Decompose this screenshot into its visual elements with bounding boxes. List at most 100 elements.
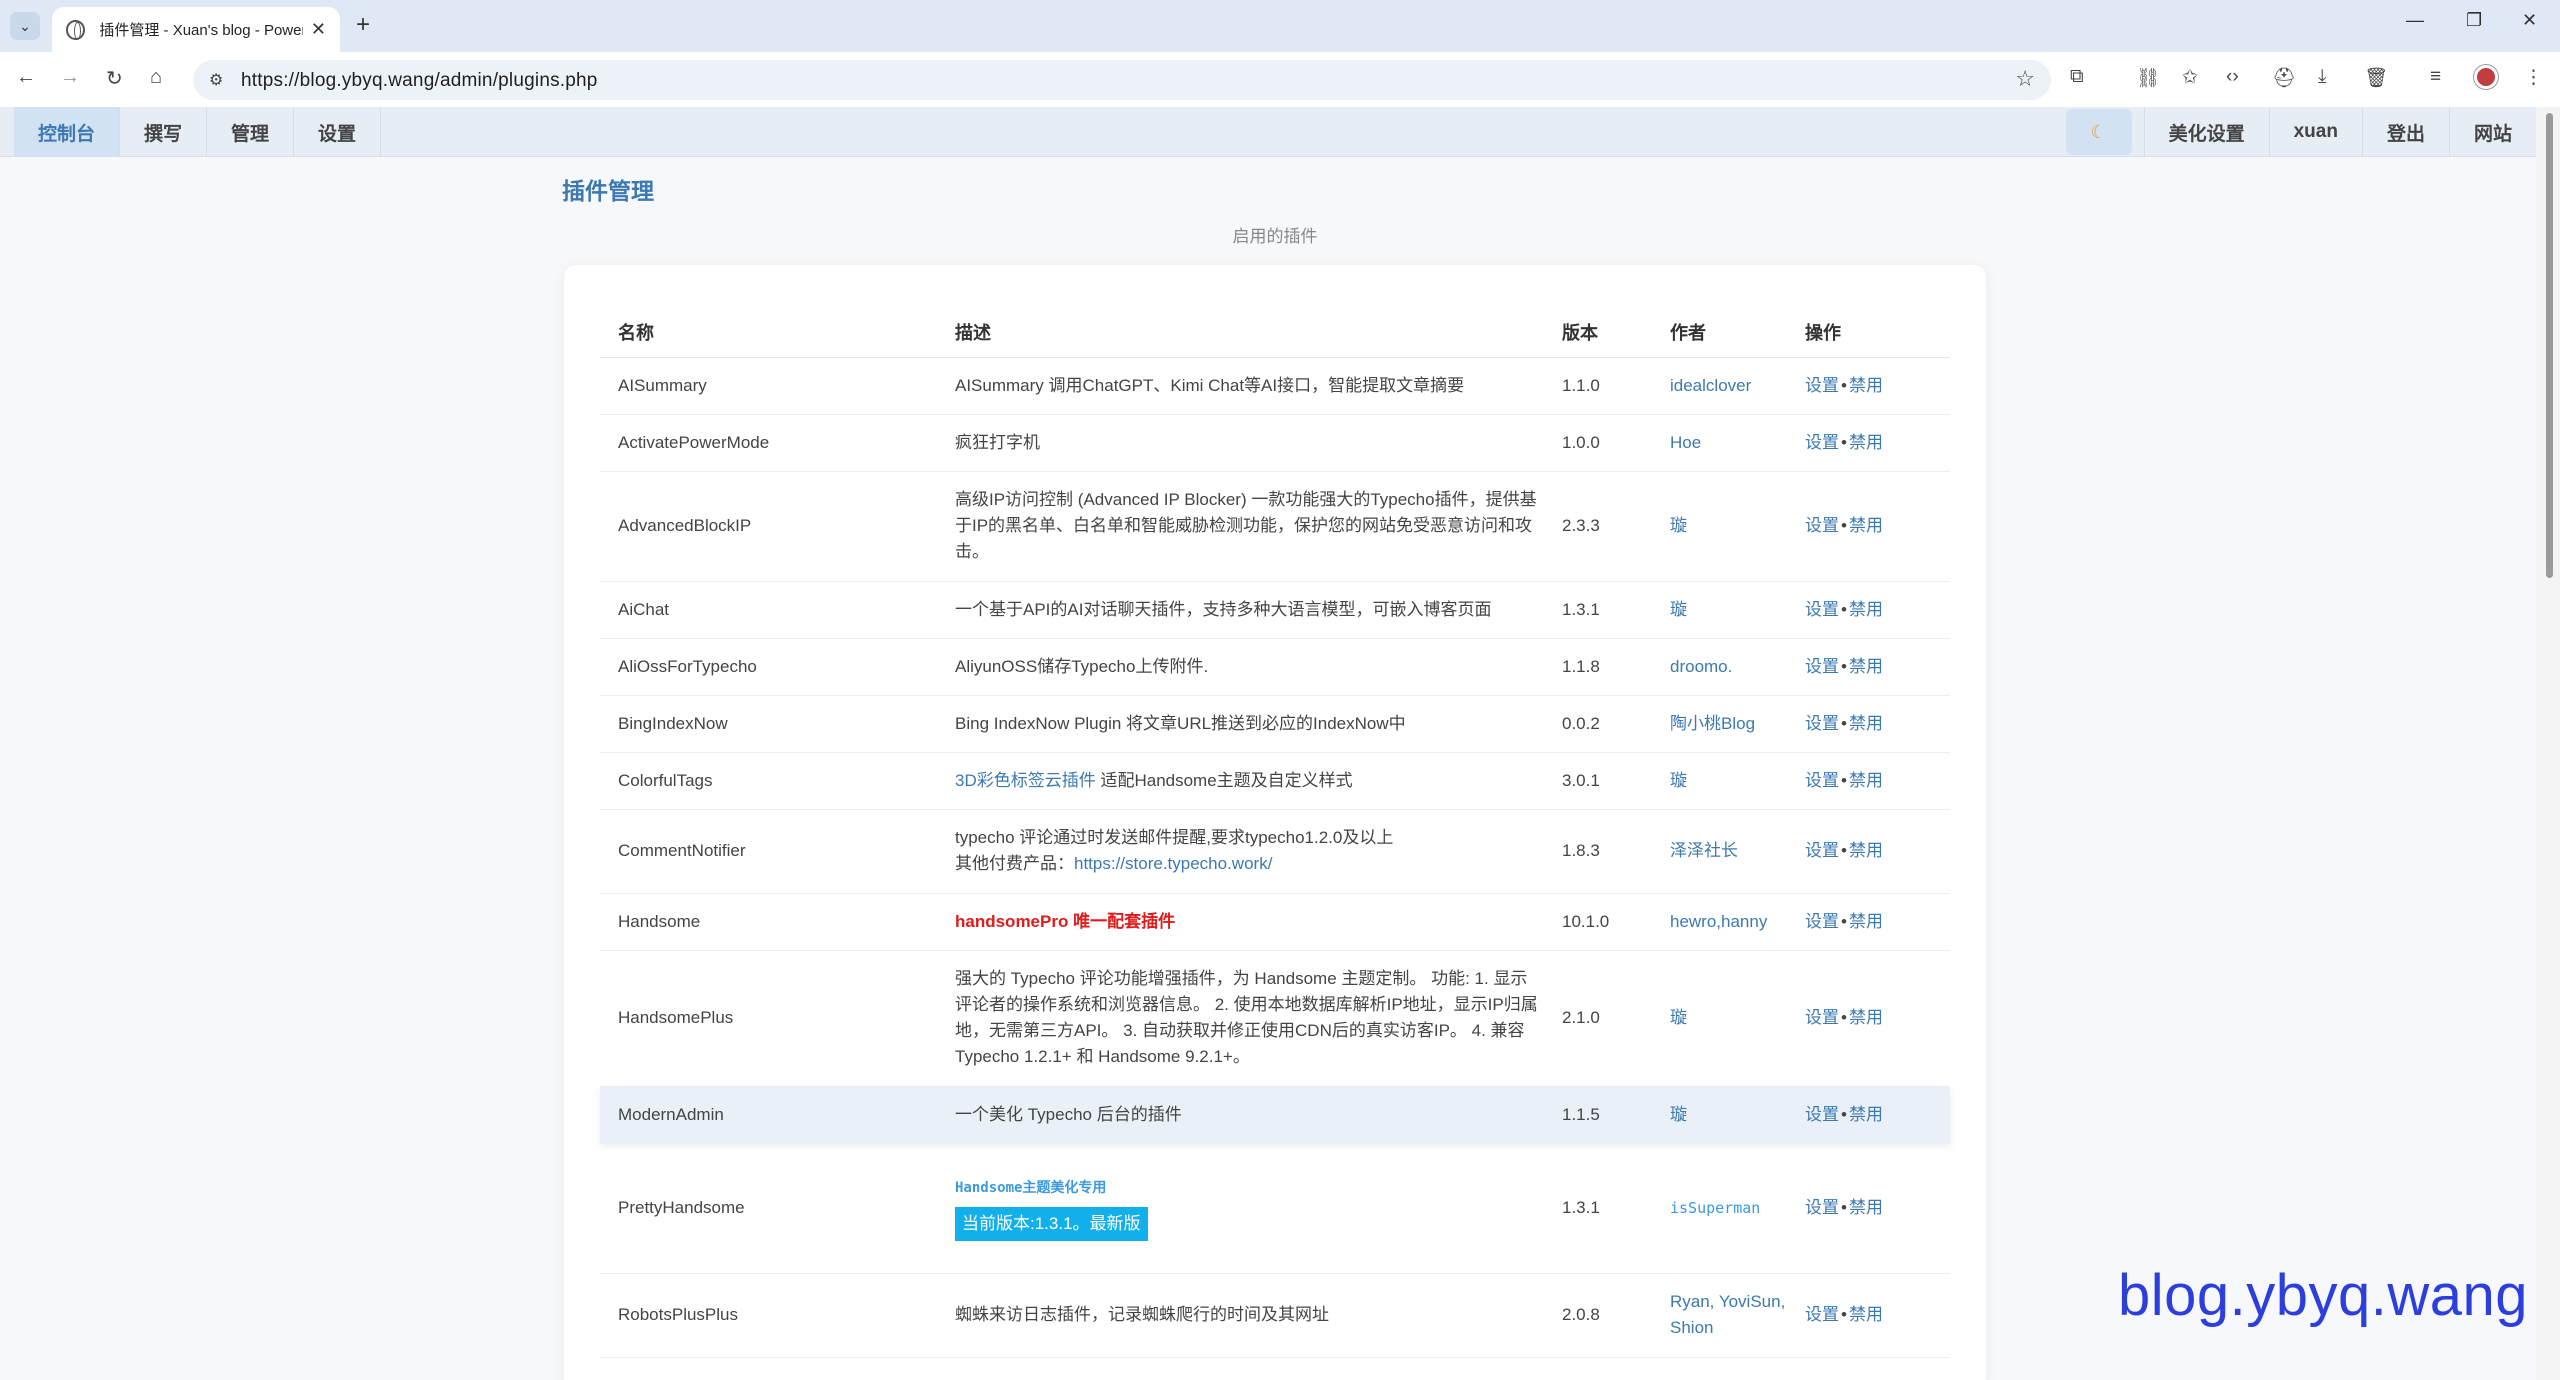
plugin-name: Handsome — [600, 893, 937, 951]
plugin-name: AiChat — [600, 581, 937, 639]
plugin-author-link[interactable]: isSuperman — [1670, 1199, 1760, 1217]
plugin-name: CommentNotifier — [600, 809, 937, 894]
plugin-author-link[interactable]: Ryan, YoviSun, Shion — [1670, 1292, 1785, 1337]
plugin-description: 一个美化 Typecho 后台的插件 — [937, 1086, 1544, 1144]
plugin-author-link[interactable]: 泽泽社长 — [1670, 841, 1738, 860]
plugin-version: 1.3.1 — [1544, 581, 1652, 639]
download-icon[interactable]: ⤓ — [2318, 66, 2326, 88]
disable-link[interactable]: 禁用 — [1849, 1198, 1883, 1217]
settings-link[interactable]: 设置 — [1805, 1008, 1839, 1027]
menu-dashboard[interactable]: 控制台 — [14, 107, 121, 157]
plugin-description: AliyunOSS储存Typecho上传附件. — [937, 638, 1544, 696]
home-icon[interactable]: ⌂ — [150, 66, 162, 89]
disable-link[interactable]: 禁用 — [1849, 1305, 1883, 1324]
disable-link[interactable]: 禁用 — [1849, 714, 1883, 733]
back-arrow-icon[interactable]: ← — [16, 66, 36, 89]
settings-link[interactable]: 设置 — [1805, 1305, 1839, 1324]
new-tab-button[interactable]: + — [356, 11, 370, 39]
incognito-icon[interactable]: ⛑ — [2272, 66, 2296, 90]
theme-toggle-moon-icon[interactable]: ☾ — [2065, 109, 2132, 155]
menu-write[interactable]: 撰写 — [120, 107, 208, 157]
disable-link[interactable]: 禁用 — [1849, 1008, 1883, 1027]
restore-icon[interactable]: ❐ — [2466, 10, 2482, 31]
settings-link[interactable]: 设置 — [1805, 714, 1839, 733]
settings-link[interactable]: 设置 — [1805, 1105, 1839, 1124]
disable-link[interactable]: 禁用 — [1849, 433, 1883, 452]
menu-user[interactable]: xuan — [2268, 107, 2362, 157]
close-tab-icon[interactable]: ✕ — [311, 19, 326, 40]
more-menu-icon[interactable]: ⋮ — [2524, 66, 2543, 89]
extensions-icon[interactable]: ⧉ — [2070, 66, 2084, 88]
scrollbar-thumb[interactable] — [2546, 113, 2553, 578]
disable-link[interactable]: 禁用 — [1849, 516, 1883, 535]
plugin-author-link[interactable]: 璇 — [1670, 516, 1687, 535]
site-info-icon[interactable]: ⚙ — [209, 70, 223, 90]
minimize-icon[interactable]: — — [2406, 10, 2424, 31]
plugin-name: AliOssForTypecho — [600, 638, 937, 696]
playlist-icon[interactable]: ≡ — [2430, 66, 2441, 88]
browser-toolbar: ← → ↻ ⌂ ⚙ https://blog.ybyq.wang/admin/p… — [0, 52, 2560, 107]
menu-website[interactable]: 网站 — [2448, 107, 2536, 157]
plugin-description: 蜘蛛来访日志插件，记录蜘蛛爬行的时间及其网址 — [937, 1273, 1544, 1358]
plugin-description-link[interactable]: 3D彩色标签云插件 — [955, 771, 1096, 790]
settings-link[interactable]: 设置 — [1805, 376, 1839, 395]
menu-logout[interactable]: 登出 — [2361, 107, 2449, 157]
settings-link[interactable]: 设置 — [1805, 600, 1839, 619]
plugin-author-link[interactable]: 璇 — [1670, 771, 1687, 790]
disable-link[interactable]: 禁用 — [1849, 912, 1883, 931]
settings-link[interactable]: 设置 — [1805, 433, 1839, 452]
profile-avatar[interactable] — [2474, 65, 2498, 89]
plugin-author-link[interactable]: 璇 — [1670, 1105, 1687, 1124]
store-link[interactable]: https://store.typecho.work/ — [1074, 854, 1272, 873]
plugin-description: 疯狂打字机 — [937, 414, 1544, 472]
settings-link[interactable]: 设置 — [1805, 912, 1839, 931]
plugin-description: Bing IndexNow Plugin 将文章URL推送到必应的IndexNo… — [937, 695, 1544, 753]
plugin-description: 3D彩色标签云插件 适配Handsome主题及自定义样式 — [937, 752, 1544, 810]
browser-tab-active[interactable]: 插件管理 - Xuan's blog - Powered by Typecho … — [52, 7, 340, 52]
plugin-description: 一个基于API的AI对话聊天插件，支持多种大语言模型，可嵌入博客页面 — [937, 581, 1544, 639]
settings-link[interactable]: 设置 — [1805, 841, 1839, 860]
menu-settings[interactable]: 设置 — [294, 107, 382, 157]
favorites-icon[interactable]: ✩ — [2182, 66, 2198, 89]
plugin-version: 1.0.0 — [1544, 414, 1652, 472]
disable-link[interactable]: 禁用 — [1849, 657, 1883, 676]
menu-beautify-settings[interactable]: 美化设置 — [2143, 107, 2269, 157]
plugin-description-title: Handsome主题美化专用 — [955, 1180, 1107, 1196]
page-scrollbar[interactable] — [2536, 107, 2560, 1380]
settings-link[interactable]: 设置 — [1805, 1198, 1839, 1217]
tab-title: 插件管理 - Xuan's blog - Powered by Typecho — [99, 22, 303, 39]
plugin-description: 高级IP访问控制 (Advanced IP Blocker) 一款功能强大的Ty… — [937, 471, 1544, 582]
url-text[interactable]: https://blog.ybyq.wang/admin/plugins.php — [241, 70, 598, 92]
plugin-version: 1.1.0 — [1544, 357, 1652, 415]
plugin-description: typecho 评论通过时发送邮件提醒,要求typecho1.2.0及以上 其他付… — [937, 809, 1544, 894]
link-icon[interactable]: ⛓ — [2136, 66, 2160, 90]
disable-link[interactable]: 禁用 — [1849, 1105, 1883, 1124]
disable-link[interactable]: 禁用 — [1849, 771, 1883, 790]
disable-link[interactable]: 禁用 — [1849, 376, 1883, 395]
settings-link[interactable]: 设置 — [1805, 657, 1839, 676]
close-window-icon[interactable]: ✕ — [2522, 10, 2537, 31]
address-bar[interactable]: ⚙ https://blog.ybyq.wang/admin/plugins.p… — [193, 60, 2051, 100]
disable-link[interactable]: 禁用 — [1849, 600, 1883, 619]
tab-search-button[interactable]: ⌄ — [10, 12, 40, 40]
plugin-author-link[interactable]: 陶小桃Blog — [1670, 714, 1755, 733]
plugin-author-link[interactable]: 璇 — [1670, 1008, 1687, 1027]
plugin-description: handsomePro 唯一配套插件 — [937, 893, 1544, 951]
plugin-author-link[interactable]: 璇 — [1670, 600, 1687, 619]
trash-icon[interactable]: 🗑 — [2364, 66, 2388, 90]
plugin-version: 10.1.0 — [1544, 893, 1652, 951]
menu-manage[interactable]: 管理 — [207, 107, 295, 157]
reload-icon[interactable]: ↻ — [106, 66, 123, 91]
settings-link[interactable]: 设置 — [1805, 516, 1839, 535]
plugin-author-link[interactable]: droomo. — [1670, 657, 1732, 676]
plugin-author-link[interactable]: hewro,hanny — [1670, 912, 1767, 931]
disable-link[interactable]: 禁用 — [1849, 841, 1883, 860]
plugin-version: 2.0.8 — [1544, 1273, 1652, 1358]
forward-arrow-icon[interactable]: → — [60, 66, 80, 89]
bookmark-star-icon[interactable]: ☆ — [2015, 66, 2035, 92]
settings-link[interactable]: 设置 — [1805, 771, 1839, 790]
plugin-author-link[interactable]: idealclover — [1670, 376, 1751, 395]
code-icon[interactable]: ‹› — [2226, 66, 2239, 88]
plugin-name: HandsomePlus — [600, 950, 937, 1087]
plugin-author-link[interactable]: Hoe — [1670, 433, 1701, 452]
